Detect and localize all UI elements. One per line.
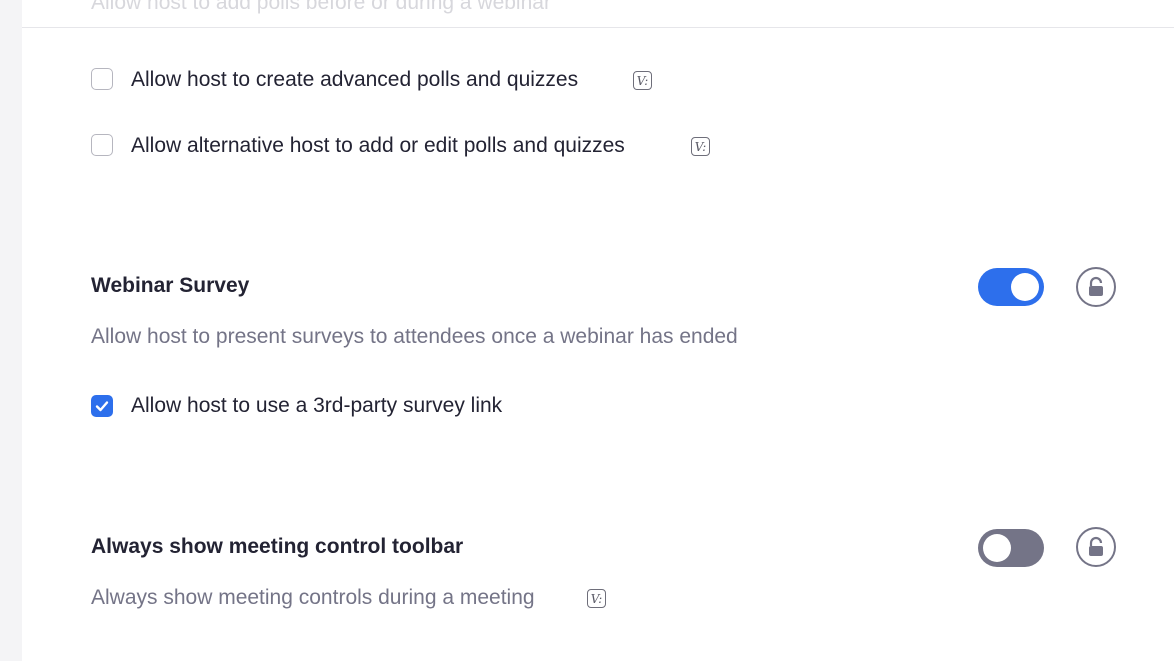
advanced-polls-checkbox[interactable] <box>91 68 113 90</box>
v-badge-icon: V: <box>633 71 652 90</box>
webinar-survey-lock-button[interactable] <box>1076 267 1116 307</box>
meeting-toolbar-title: Always show meeting control toolbar <box>91 535 464 558</box>
alt-host-polls-checkbox[interactable] <box>91 134 113 156</box>
webinar-survey-title: Webinar Survey <box>91 274 250 297</box>
webinar-survey-toggle[interactable] <box>978 268 1044 306</box>
third-party-survey-label: Allow host to use a 3rd-party survey lin… <box>131 394 503 417</box>
advanced-polls-label: Allow host to create advanced polls and … <box>131 68 579 91</box>
faded-setting-text: Allow host to add polls before or during… <box>91 0 551 14</box>
toggle-knob <box>1011 273 1039 301</box>
checkmark-icon <box>95 401 109 412</box>
v-badge-icon: V: <box>691 137 710 156</box>
meeting-toolbar-toggle[interactable] <box>978 529 1044 567</box>
webinar-survey-description: Allow host to present surveys to attende… <box>91 325 738 348</box>
alt-host-polls-label: Allow alternative host to add or edit po… <box>131 134 625 157</box>
meeting-toolbar-lock-button[interactable] <box>1076 527 1116 567</box>
unlocked-lock-icon <box>1089 536 1103 556</box>
v-badge-icon: V: <box>587 589 606 608</box>
third-party-survey-checkbox[interactable] <box>91 395 113 417</box>
toggle-knob <box>983 534 1011 562</box>
unlocked-lock-icon <box>1089 276 1103 296</box>
top-header-bar: Allow host to add polls before or during… <box>22 0 1174 28</box>
left-sidebar-strip <box>0 0 22 661</box>
meeting-toolbar-description: Always show meeting controls during a me… <box>91 586 535 609</box>
